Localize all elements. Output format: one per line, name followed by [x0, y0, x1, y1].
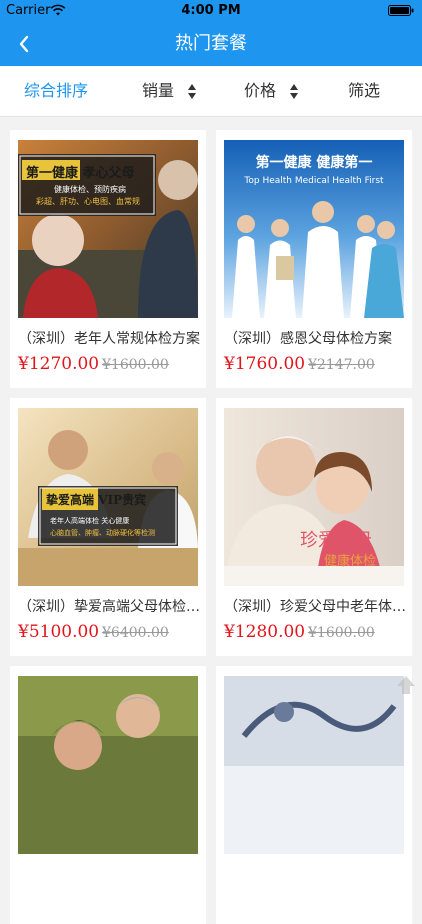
status-bar: Carrier 4:00 PM — [0, 0, 422, 22]
product-name: （深圳）感恩父母体检方案 — [224, 331, 392, 347]
battery-icon — [388, 5, 414, 16]
product-price: ¥5100.00 — [18, 622, 100, 642]
product-name: （深圳）老年人常规体检方案 — [18, 331, 200, 347]
image-subcaption: 健康体检 — [324, 554, 377, 569]
sort-bar: 综合排序 销量 价格 筛选 — [0, 66, 422, 117]
sort-comprehensive-label: 综合排序 — [24, 81, 89, 100]
product-original-price: ¥1600.00 — [308, 625, 375, 641]
product-image: 第一健康 孝心父母 健康体检、预防疾病 彩超、肝功、心电图、血常规 — [18, 140, 198, 318]
product-original-price: ¥1600.00 — [102, 357, 169, 373]
product-name: （深圳）挚爱高端父母体检… — [18, 599, 200, 615]
product-original-price: ¥6400.00 — [102, 625, 169, 641]
sort-updown-icon — [188, 83, 197, 99]
product-card[interactable] — [216, 666, 412, 924]
image-caption: 第一健康 孝心父母 — [26, 166, 135, 181]
filter-label: 筛选 — [348, 81, 381, 100]
product-price: ¥1280.00 — [224, 622, 306, 642]
image-subcaption: Top Health Medical Health First — [244, 176, 384, 186]
clock: 4:00 PM — [181, 3, 241, 18]
sort-comprehensive-tab[interactable]: 综合排序 — [24, 66, 88, 116]
image-subcaption: 健康体检、预防疾病 — [54, 185, 126, 194]
product-original-price: ¥2147.00 — [308, 357, 375, 373]
product-image: 珍爱父母 健康体检 — [224, 408, 404, 586]
sort-updown-icon — [290, 83, 299, 99]
sort-sales-label: 销量 — [142, 81, 175, 100]
product-card[interactable] — [10, 666, 206, 924]
sort-price-label: 价格 — [244, 81, 277, 100]
page-title: 热门套餐 — [175, 33, 247, 54]
image-caption: 珍爱父母 — [300, 530, 372, 551]
sort-price-tab[interactable]: 价格 — [244, 66, 299, 116]
image-subcaption: 老年人高端体检 关心健康 — [50, 517, 130, 525]
image-tags: 彩超、肝功、心电图、血常规 — [36, 197, 140, 206]
image-caption: 第一健康 健康第一 — [255, 155, 373, 171]
product-price: ¥1270.00 — [18, 354, 100, 374]
navigation-bar: 热门套餐 — [0, 22, 422, 66]
product-card[interactable]: 珍爱父母 健康体检 （深圳）珍爱父母中老年体… ¥1280.00 ¥1600.0… — [216, 398, 412, 656]
product-image — [18, 676, 198, 854]
filter-tab[interactable]: 筛选 — [348, 66, 380, 116]
product-image: 第一健康 健康第一 Top Health Medical Health Firs… — [224, 140, 404, 318]
sort-sales-tab[interactable]: 销量 — [142, 66, 197, 116]
scroll-to-top-icon[interactable] — [396, 674, 416, 696]
product-image: 挚爱高端 VIP贵宾 老年人高端体检 关心健康 心脑血管、肿瘤、动脉硬化等检测 — [18, 408, 198, 586]
product-price: ¥1760.00 — [224, 354, 306, 374]
image-tags: 心脑血管、肿瘤、动脉硬化等检测 — [50, 529, 155, 537]
image-caption: 挚爱高端 VIP贵宾 — [46, 493, 147, 507]
product-image — [224, 676, 404, 854]
product-name: （深圳）珍爱父母中老年体… — [224, 599, 406, 615]
product-card[interactable]: 第一健康 健康第一 Top Health Medical Health Firs… — [216, 130, 412, 388]
product-card[interactable]: 第一健康 孝心父母 健康体检、预防疾病 彩超、肝功、心电图、血常规 （深圳）老年… — [10, 130, 206, 388]
product-card[interactable]: 挚爱高端 VIP贵宾 老年人高端体检 关心健康 心脑血管、肿瘤、动脉硬化等检测 … — [10, 398, 206, 656]
